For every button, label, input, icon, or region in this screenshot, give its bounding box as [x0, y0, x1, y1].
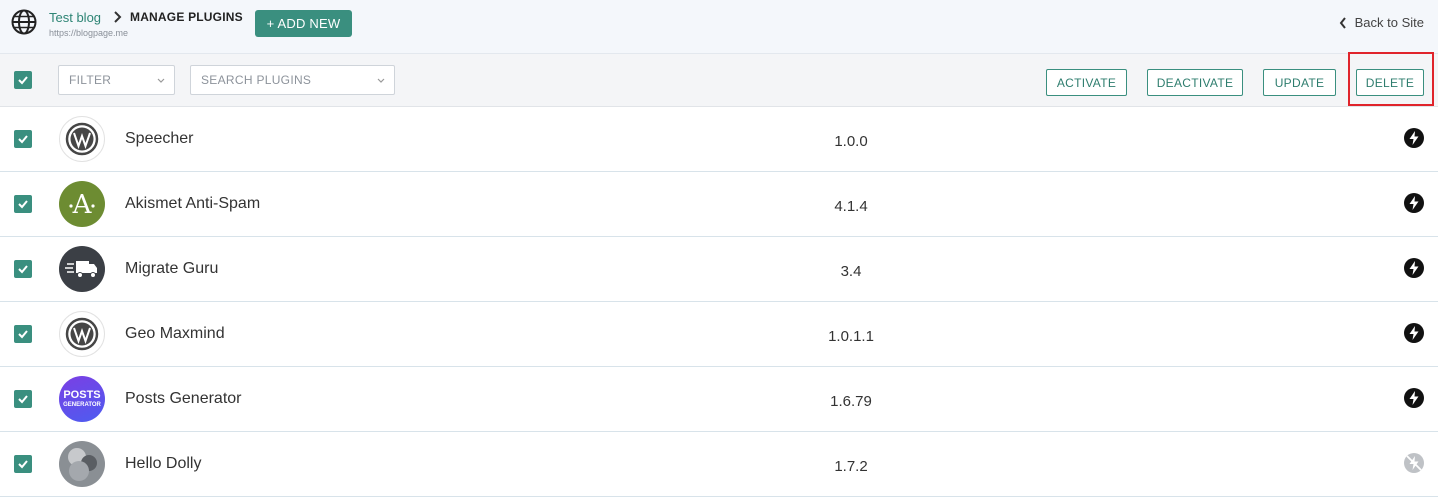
plugin-name[interactable]: Posts Generator — [125, 390, 242, 408]
plugin-name[interactable]: Geo Maxmind — [125, 325, 225, 343]
site-url: https://blogpage.me — [49, 28, 129, 38]
plugin-checkbox[interactable] — [14, 130, 32, 148]
checkmark-icon — [18, 395, 28, 404]
chevron-right-icon — [114, 11, 122, 23]
plugin-checkbox[interactable] — [14, 390, 32, 408]
checkmark-icon — [18, 460, 28, 469]
select-all-checkbox[interactable] — [14, 71, 32, 89]
posts-generator-logo-text: POSTS — [63, 389, 101, 401]
plugin-version: 4.1.4 — [834, 198, 868, 215]
search-plugins-select[interactable]: SEARCH PLUGINS — [190, 65, 395, 95]
akismet-logo: A — [59, 181, 105, 227]
lightning-icon[interactable] — [1404, 193, 1424, 213]
plugin-row: Geo Maxmind 1.0.1.1 — [0, 302, 1438, 367]
add-new-button[interactable]: + ADD NEW — [255, 10, 352, 37]
page-title: MANAGE PLUGINS — [130, 10, 243, 24]
plugin-checkbox[interactable] — [14, 455, 32, 473]
posts-generator-logo: POSTS GENERATOR — [59, 376, 105, 422]
plugin-version: 1.0.0 — [834, 133, 868, 150]
migrate-guru-logo — [59, 246, 105, 292]
plugin-version: 1.0.1.1 — [828, 328, 874, 345]
wordpress-logo — [59, 311, 105, 357]
delete-button[interactable]: DELETE — [1356, 69, 1424, 96]
plugin-name[interactable]: Hello Dolly — [125, 455, 201, 473]
filter-placeholder: FILTER — [69, 73, 112, 87]
lightning-icon[interactable] — [1404, 128, 1424, 148]
plugin-version: 1.7.2 — [834, 458, 868, 475]
back-to-site-link[interactable]: Back to Site — [1339, 15, 1424, 30]
plugin-row: A Akismet Anti-Spam 4.1.4 — [0, 172, 1438, 237]
plugin-row: Hello Dolly 1.7.2 — [0, 432, 1438, 497]
deactivate-button[interactable]: DEACTIVATE — [1147, 69, 1243, 96]
lightning-icon[interactable] — [1404, 258, 1424, 278]
checkmark-icon — [18, 135, 28, 144]
plugin-row: Speecher 1.0.0 — [0, 107, 1438, 172]
posts-generator-logo-subtext: GENERATOR — [63, 402, 101, 408]
plugin-version: 1.6.79 — [830, 393, 872, 410]
lightning-icon[interactable] — [1404, 323, 1424, 343]
site-name-link[interactable]: Test blog — [49, 10, 101, 25]
bulk-actions-toolbar: FILTER SEARCH PLUGINS ACTIVATE DEACTIVAT… — [0, 54, 1438, 107]
wordpress-logo — [59, 116, 105, 162]
update-button[interactable]: UPDATE — [1263, 69, 1336, 96]
search-plugins-placeholder: SEARCH PLUGINS — [201, 73, 312, 87]
lightning-off-icon[interactable] — [1404, 453, 1424, 473]
back-to-site-label: Back to Site — [1354, 15, 1424, 30]
hello-dolly-logo — [59, 441, 105, 487]
plugin-row: Migrate Guru 3.4 — [0, 237, 1438, 302]
plugin-name[interactable]: Akismet Anti-Spam — [125, 195, 260, 213]
plugin-version: 3.4 — [840, 263, 862, 280]
plugin-name[interactable]: Speecher — [125, 130, 194, 148]
chevron-down-icon — [377, 78, 385, 83]
add-new-label: + ADD NEW — [266, 16, 341, 31]
chevron-left-icon — [1339, 16, 1346, 29]
checkmark-icon — [18, 200, 28, 209]
plugin-checkbox[interactable] — [14, 325, 32, 343]
plugin-checkbox[interactable] — [14, 195, 32, 213]
filter-select[interactable]: FILTER — [58, 65, 175, 95]
plugin-name[interactable]: Migrate Guru — [125, 260, 218, 278]
plugin-row: POSTS GENERATOR Posts Generator 1.6.79 — [0, 367, 1438, 432]
checkmark-icon — [18, 265, 28, 274]
lightning-icon[interactable] — [1404, 388, 1424, 408]
activate-button[interactable]: ACTIVATE — [1046, 69, 1127, 96]
plugin-checkbox[interactable] — [14, 260, 32, 278]
svg-text:A: A — [72, 190, 93, 220]
checkmark-icon — [18, 330, 28, 339]
page-header: Test blog MANAGE PLUGINS https://blogpag… — [0, 0, 1438, 54]
globe-icon — [11, 9, 37, 35]
chevron-down-icon — [157, 78, 165, 83]
checkmark-icon — [18, 76, 28, 85]
